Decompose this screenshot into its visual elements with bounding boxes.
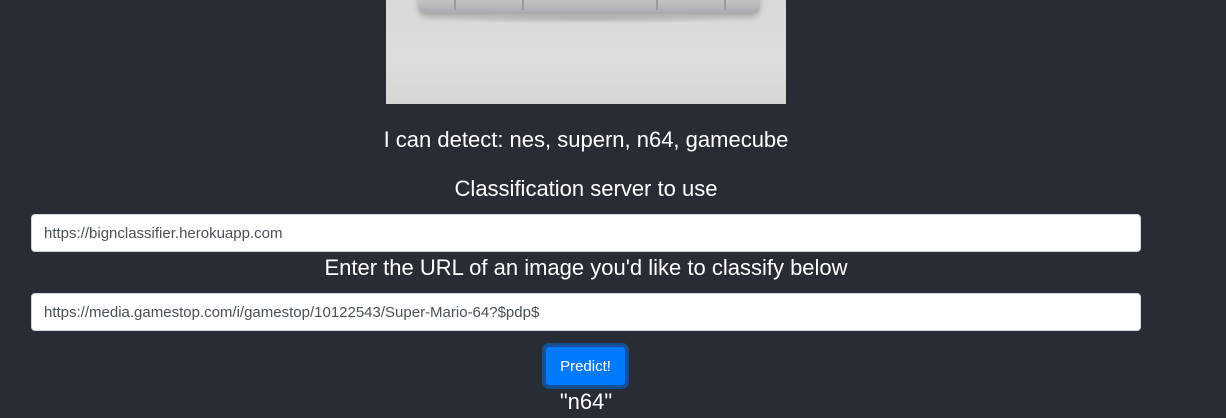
server-url-input[interactable]	[31, 214, 1141, 252]
cartridge-shadow	[412, 14, 766, 24]
cartridge-image	[418, 0, 760, 14]
prediction-result: "n64"	[559, 389, 613, 414]
cartridge-ridge	[724, 0, 726, 10]
image-url-input[interactable]	[31, 293, 1141, 331]
image-url-label: Enter the URL of an image you'd like to …	[324, 255, 848, 280]
cartridge-ridge	[656, 0, 658, 10]
server-label: Classification server to use	[454, 176, 718, 201]
cartridge-ridge	[454, 0, 456, 10]
cartridge-ridge	[522, 0, 524, 10]
predict-button[interactable]: Predict!	[544, 345, 627, 387]
detectable-classes-text: I can detect: nes, supern, n64, gamecube	[383, 127, 789, 152]
classified-image-preview	[386, 0, 786, 104]
page: I can detect: nes, supern, n64, gamecube…	[0, 0, 1226, 418]
